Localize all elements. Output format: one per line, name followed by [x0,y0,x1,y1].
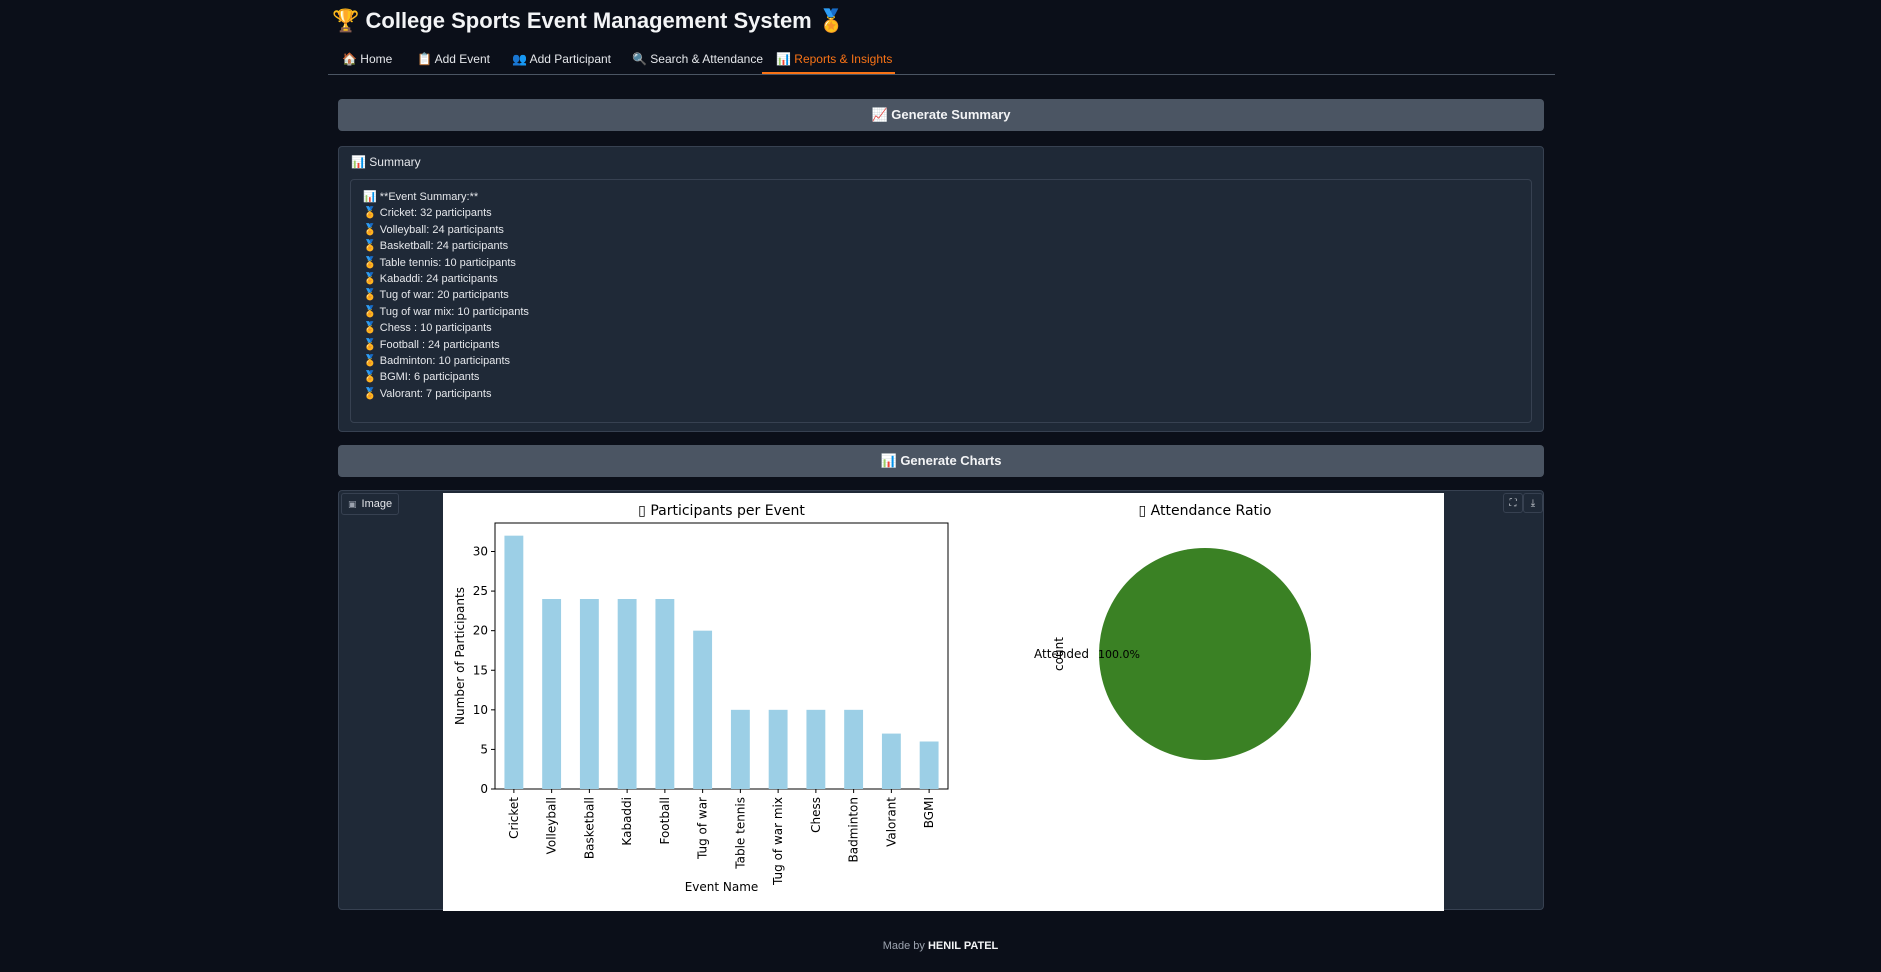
tab-reports-insights[interactable]: 📊 Reports & Insights [776,52,892,66]
x-tick-label: Basketball [582,797,596,859]
generate-summary-button[interactable]: 📈 Generate Summary [338,99,1544,131]
summary-line: 🏅 Tug of war mix: 10 participants [363,305,529,318]
bar [730,709,750,789]
tab-bar: 🏠 Home 📋 Add Event 👥 Add Participant 🔍 S… [328,46,1555,75]
bar [919,741,939,789]
summary-line: 🏅 BGMI: 6 participants [363,371,480,384]
bar-chart-frame [494,522,949,790]
pie-pct-label: 100.0% [1098,648,1140,661]
chart-image-panel: ▣ Image ⛶ ⤓ ▯ Participants per Event Cric… [338,490,1544,911]
x-tick-label: Badminton [847,797,861,862]
x-tick-label: Football [658,797,672,845]
bar [504,535,524,789]
x-tick-label: Chess [809,797,823,833]
tab-home[interactable]: 🏠 Home [342,52,392,66]
y-tick-label: 20 [473,624,488,638]
bar-chart-xlabel: Event Name [685,880,759,894]
tab-add-event[interactable]: 📋 Add Event [417,52,490,66]
y-tick-label: 10 [473,703,488,717]
bar-chart-title: ▯ Participants per Event [638,503,805,519]
summary-line: 🏅 Tug of war: 20 participants [363,289,509,302]
x-tick-label: Valorant [884,797,898,847]
x-tick-label: Tug of war mix [771,797,785,886]
x-tick-label: BGMI [922,797,936,828]
y-tick-label: 25 [473,584,488,598]
footer-prefix: Made by [882,940,925,952]
summary-line: 🏅 Table tennis: 10 participants [363,256,516,269]
footer: Made by HENIL PATEL [0,940,1881,952]
bar [617,599,637,789]
image-label-text: Image [361,498,393,510]
bar [844,709,864,789]
summary-line: 🏅 Basketball: 24 participants [363,240,509,253]
y-tick-label: 15 [473,663,488,677]
bar [693,630,713,789]
x-tick-label: Kabaddi [620,797,634,846]
charts-figure: ▯ Participants per Event Cricket Volleybal… [453,503,1311,894]
bar [768,709,788,789]
bar [806,709,826,789]
x-tick-label: Tug of war [696,797,710,860]
tab-search-attendance[interactable]: 🔍 Search & Attendance [632,52,763,66]
bar [655,599,675,789]
summary-line: 🏅 Kabaddi: 24 participants [363,273,498,286]
generate-charts-button[interactable]: 📊 Generate Charts [338,445,1544,477]
summary-output: 📊 **Event Summary:** 🏅 Cricket: 32 partic… [350,179,1532,423]
y-tick-label: 30 [473,545,488,559]
tab-add-participant[interactable]: 👥 Add Participant [512,52,611,66]
summary-line: 🏅 Badminton: 10 participants [363,355,510,368]
bar [542,599,562,789]
summary-line: 🏅 Cricket: 32 participants [363,207,492,220]
summary-text: 📊 **Event Summary:** 🏅 Cricket: 32 partic… [363,189,529,402]
active-tab-indicator [762,72,895,74]
bar [579,599,599,789]
x-tick-label: Volleyball [545,797,559,854]
footer-author: HENIL PATEL [927,940,999,952]
summary-line: 📊 **Event Summary:** [363,191,479,203]
x-tick-label: Cricket [507,797,521,839]
summary-line: 🏅 Valorant: 7 participants [363,387,492,400]
summary-panel: 📊 Summary 📊 **Event Summary:** 🏅 Cricket:… [338,146,1544,432]
bar-chart-ylabel: Number of Participants [453,587,467,725]
x-tick-label: Table tennis [733,797,747,870]
bar [881,733,901,789]
y-tick-label: 5 [480,742,488,756]
fullscreen-icon[interactable]: ⛶ [1503,493,1523,513]
download-icon[interactable]: ⤓ [1523,493,1543,513]
summary-label: 📊 Summary [351,155,421,169]
summary-line: 🏅 Volleyball: 24 participants [363,223,504,236]
pie-chart-ylabel: count [1052,637,1066,671]
chart-canvas: ▯ Participants per Event Cricket Volleybal… [443,493,1444,911]
image-label: ▣ Image [341,493,400,515]
app-title: 🏆 College Sports Event Management System… [332,8,846,33]
summary-line: 🏅 Chess : 10 participants [363,322,492,335]
summary-line: 🏅 Football : 24 participants [363,338,500,351]
image-icon: ▣ [348,498,357,509]
pie-chart-title: ▯ Attendance Ratio [1139,503,1272,519]
y-tick-label: 0 [480,782,488,796]
